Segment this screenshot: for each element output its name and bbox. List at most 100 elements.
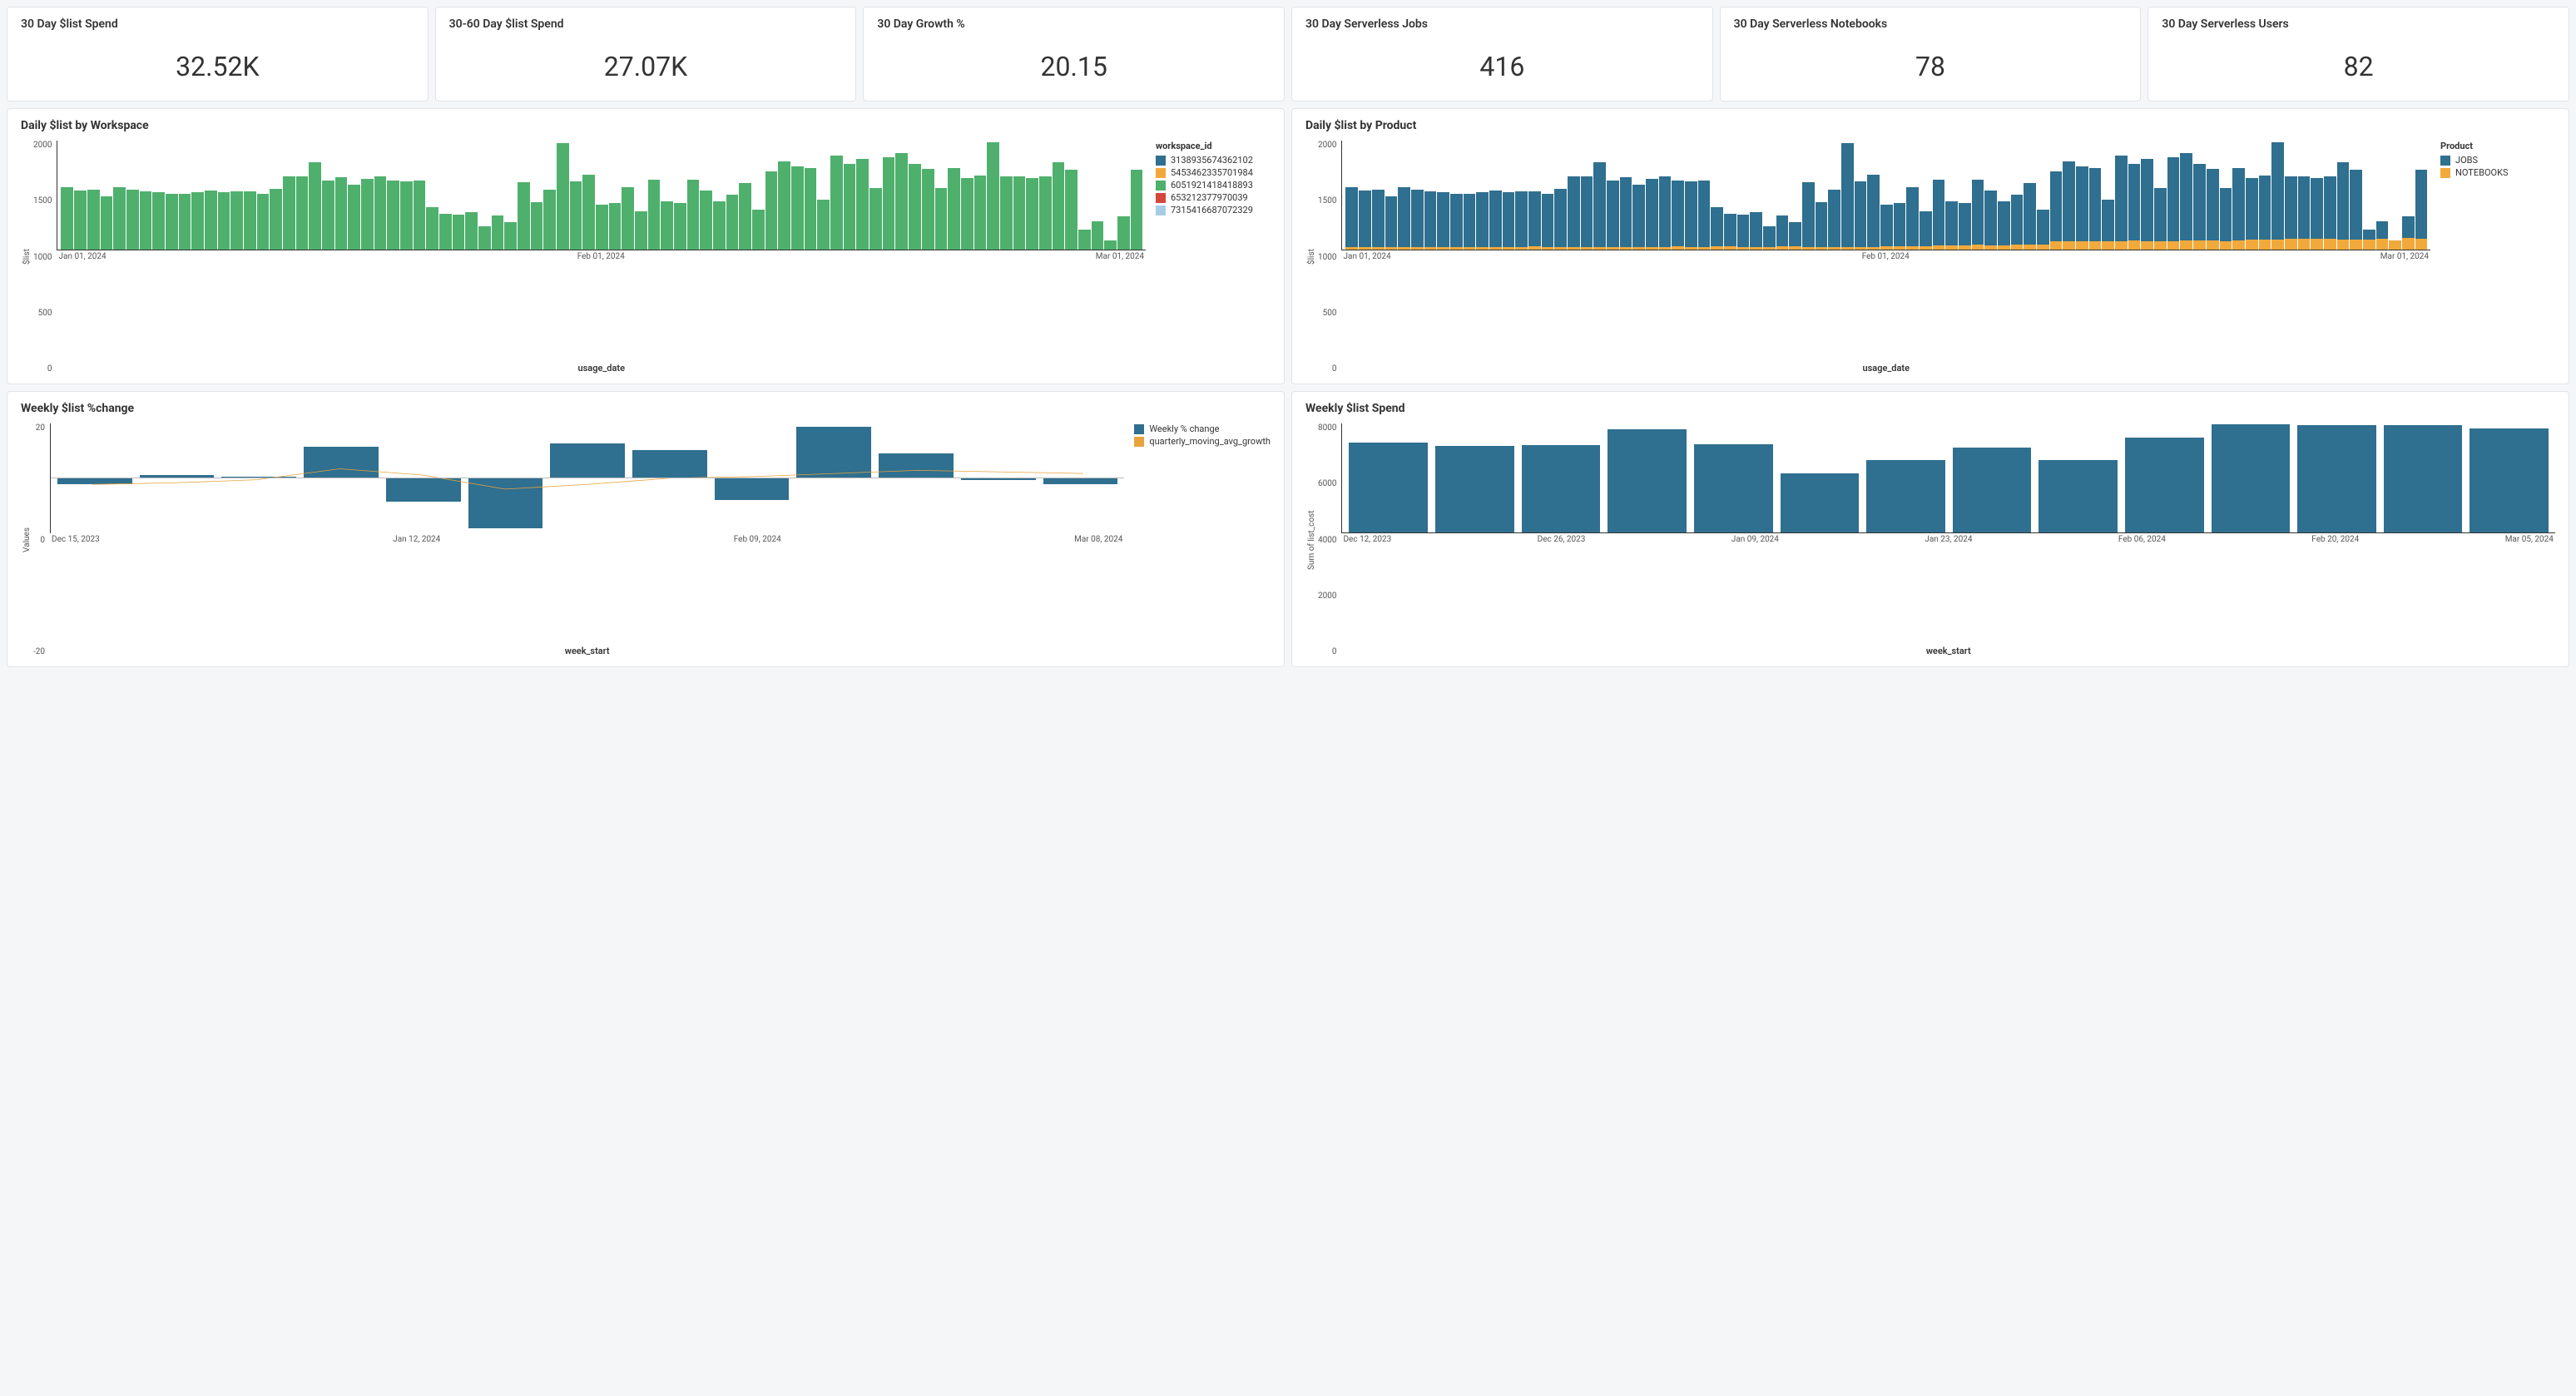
bar[interactable] (674, 141, 686, 250)
bar[interactable] (1906, 141, 1919, 250)
bar[interactable] (1372, 141, 1385, 250)
bar[interactable] (140, 423, 215, 533)
bar[interactable] (1750, 141, 1762, 250)
bar[interactable] (126, 141, 139, 250)
bar[interactable] (1013, 141, 1026, 250)
bar[interactable] (166, 141, 178, 250)
bar[interactable] (1053, 141, 1065, 250)
bar[interactable] (987, 141, 999, 250)
kpi-card[interactable]: 30 Day Serverless Notebooks 78 (1720, 7, 2142, 101)
bar[interactable] (2076, 141, 2088, 250)
legend-item[interactable]: 6051921418418893 (1156, 180, 1271, 191)
bar[interactable] (2220, 141, 2232, 250)
bar[interactable] (1593, 141, 1606, 250)
bar[interactable] (2297, 423, 2376, 532)
bar[interactable] (1345, 141, 1358, 250)
bar[interactable] (2384, 423, 2463, 532)
legend-item[interactable]: 7315416687072329 (1156, 205, 1271, 215)
bar[interactable] (2259, 141, 2271, 250)
bar[interactable] (1437, 141, 1449, 250)
bar[interactable] (1789, 141, 1801, 250)
bar[interactable] (1078, 141, 1091, 250)
bar[interactable] (726, 141, 739, 250)
bar[interactable] (531, 141, 543, 250)
bar[interactable] (465, 141, 478, 250)
bar[interactable] (1659, 141, 1672, 250)
bar[interactable] (492, 141, 504, 250)
bar[interactable] (1515, 141, 1528, 250)
bar[interactable] (895, 141, 908, 250)
bar[interactable] (765, 141, 778, 250)
bar[interactable] (2039, 423, 2118, 532)
bar[interactable] (2011, 141, 2024, 250)
bar[interactable] (1522, 423, 1601, 532)
bar[interactable] (2363, 141, 2375, 250)
bar[interactable] (935, 141, 948, 250)
bar[interactable] (1685, 141, 1697, 250)
bar[interactable] (1855, 141, 1867, 250)
bar[interactable] (2285, 141, 2297, 250)
bar[interactable] (1933, 141, 1945, 250)
bar[interactable] (1464, 141, 1476, 250)
bar[interactable] (609, 141, 622, 250)
bar[interactable] (817, 141, 830, 250)
bar[interactable] (257, 141, 270, 250)
bar[interactable] (1385, 141, 1398, 250)
bar[interactable] (2469, 423, 2549, 532)
bar[interactable] (2337, 141, 2350, 250)
legend-item[interactable]: JOBS (2440, 155, 2555, 166)
bar[interactable] (309, 141, 321, 250)
bar[interactable] (1131, 141, 1143, 250)
bar[interactable] (361, 141, 374, 250)
bar[interactable] (632, 423, 707, 533)
bar[interactable] (205, 141, 217, 250)
bar[interactable] (1608, 423, 1687, 532)
plot-area[interactable] (57, 141, 1146, 250)
bar[interactable] (2350, 141, 2362, 250)
bar[interactable] (414, 141, 426, 250)
bar[interactable] (1349, 423, 1428, 532)
bar[interactable] (1435, 423, 1514, 532)
bar[interactable] (87, 141, 100, 250)
bar[interactable] (191, 141, 204, 250)
bar[interactable] (2232, 141, 2245, 250)
legend-item[interactable]: quarterly_moving_avg_growth (1134, 436, 1271, 447)
bar[interactable] (386, 423, 461, 533)
bar[interactable] (2050, 141, 2063, 250)
bar[interactable] (518, 141, 530, 250)
bar[interactable] (1065, 141, 1077, 250)
bar[interactable] (1043, 423, 1118, 533)
bar[interactable] (1607, 141, 1619, 250)
bar[interactable] (1039, 141, 1052, 250)
bar[interactable] (1581, 141, 1593, 250)
plot-area[interactable] (50, 423, 1124, 533)
bar[interactable] (1781, 423, 1860, 532)
bar[interactable] (1646, 141, 1658, 250)
bar[interactable] (2402, 141, 2415, 250)
plot-area[interactable] (1341, 141, 2430, 250)
bar[interactable] (582, 141, 595, 250)
bar[interactable] (2102, 141, 2114, 250)
bar[interactable] (1359, 141, 1371, 250)
bar[interactable] (374, 141, 387, 250)
bar[interactable] (869, 141, 882, 250)
bar[interactable] (805, 141, 817, 250)
bar[interactable] (1816, 141, 1828, 250)
bar[interactable] (2167, 141, 2180, 250)
bar[interactable] (883, 141, 895, 250)
legend-item[interactable]: 653212377970039 (1156, 192, 1271, 203)
bar[interactable] (961, 141, 973, 250)
bar[interactable] (57, 423, 132, 533)
bar[interactable] (270, 141, 282, 250)
bar[interactable] (2063, 141, 2075, 250)
bar[interactable] (2212, 423, 2291, 532)
bar[interactable] (1894, 141, 1906, 250)
bar[interactable] (1489, 141, 1502, 250)
bar[interactable] (596, 141, 608, 250)
bar[interactable] (2324, 141, 2336, 250)
bar[interactable] (61, 141, 73, 250)
bar[interactable] (1568, 141, 1580, 250)
bar[interactable] (1763, 141, 1776, 250)
bar[interactable] (152, 141, 165, 250)
bar[interactable] (504, 141, 517, 250)
